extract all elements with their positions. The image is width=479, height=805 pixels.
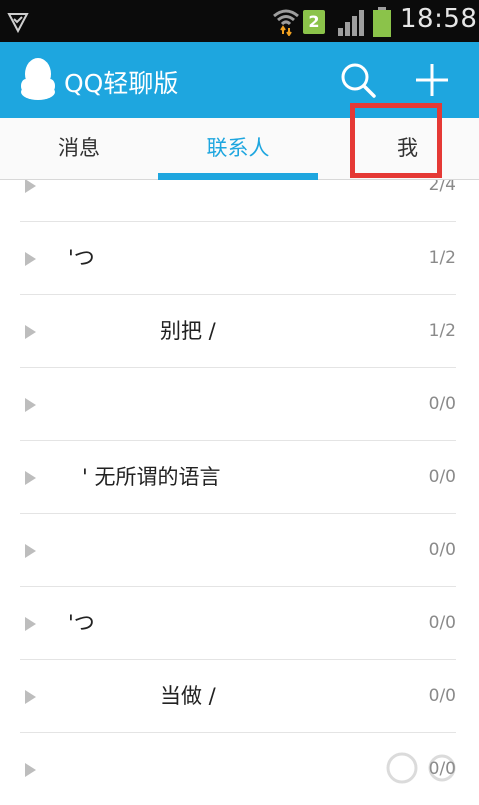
tab-contacts[interactable]: 联系人 (158, 118, 318, 180)
status-bar: 2 18:58 (0, 0, 479, 42)
wifi-icon (273, 9, 299, 36)
notification-badge: 2 (303, 10, 325, 34)
group-row[interactable]: 'つ 1/2 (20, 222, 456, 295)
tab-contacts-label: 联系人 (206, 136, 270, 160)
expand-arrow-icon (25, 325, 36, 339)
contact-group-list: 2/4 'つ 1/2 别把 / 1/2 0/0 ' 无所谓的语言 0/0 0/0… (0, 180, 479, 805)
expand-arrow-icon (25, 180, 36, 193)
group-row[interactable]: ' 无所谓的语言 0/0 (20, 441, 456, 514)
app-title: QQ轻聊版 (64, 69, 179, 98)
group-name: 'つ (68, 246, 95, 270)
app-header: QQ轻聊版 (0, 42, 479, 118)
group-row[interactable]: 0/0 (20, 514, 456, 587)
group-count: 0/0 (428, 613, 456, 633)
expand-arrow-icon (25, 471, 36, 485)
group-count: 0/0 (428, 686, 456, 706)
expand-arrow-icon (25, 763, 36, 777)
group-count: 0/0 (428, 394, 456, 414)
expand-arrow-icon (25, 252, 36, 266)
qq-penguin-icon (21, 58, 55, 100)
group-name: 别把 / (160, 319, 216, 343)
shield-check-icon (7, 13, 29, 34)
search-icon[interactable] (336, 58, 380, 102)
group-name: 'つ (68, 611, 95, 635)
battery-icon (373, 7, 391, 37)
group-count: 1/2 (428, 248, 456, 268)
baidu-watermark-logo (362, 748, 472, 788)
group-name: ' 无所谓的语言 (82, 465, 221, 489)
active-tab-indicator (158, 173, 318, 180)
expand-arrow-icon (25, 544, 36, 558)
group-count: 1/2 (428, 321, 456, 341)
clock: 18:58 (400, 4, 478, 34)
group-row[interactable]: 0/0 (20, 368, 456, 441)
tab-bar: 消息 联系人 我 (0, 118, 479, 180)
group-row[interactable]: 别把 / 1/2 (20, 295, 456, 368)
group-row[interactable]: 当做 / 0/0 (20, 660, 456, 733)
expand-arrow-icon (25, 690, 36, 704)
group-row[interactable]: 2/4 (20, 180, 456, 222)
tab-me[interactable]: 我 (318, 118, 479, 180)
group-count: 2/4 (428, 180, 456, 195)
plus-icon[interactable] (410, 58, 454, 102)
expand-arrow-icon (25, 398, 36, 412)
signal-icon (338, 10, 364, 36)
group-count: 0/0 (428, 467, 456, 487)
tab-messages[interactable]: 消息 (0, 118, 158, 180)
group-count: 0/0 (428, 540, 456, 560)
expand-arrow-icon (25, 617, 36, 631)
group-row[interactable]: 'つ 0/0 (20, 587, 456, 660)
group-name: 当做 / (160, 684, 216, 708)
